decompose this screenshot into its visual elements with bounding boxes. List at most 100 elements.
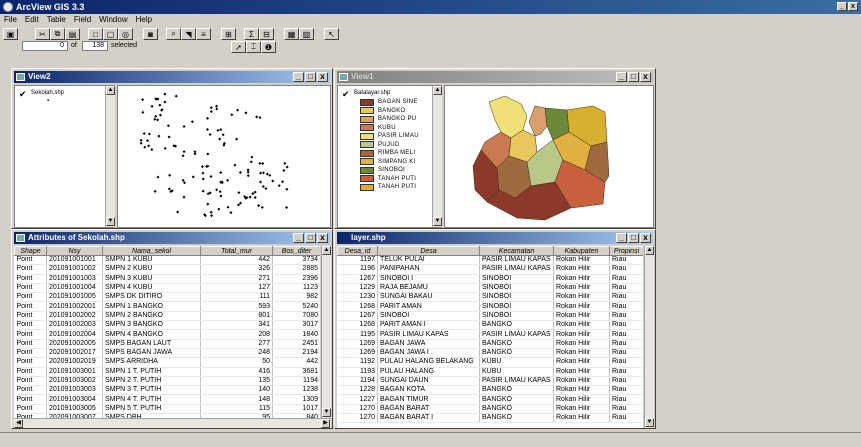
- table-cell[interactable]: 127: [200, 283, 273, 294]
- table-cell[interactable]: Riau: [609, 348, 643, 359]
- table-cell[interactable]: 3017: [272, 320, 320, 331]
- view2-titlebar[interactable]: View2 _ □ x: [14, 71, 330, 83]
- table-cell[interactable]: 1194: [337, 376, 378, 387]
- table-cell[interactable]: 1309: [272, 394, 320, 405]
- table-cell[interactable]: 202091002019: [46, 357, 103, 368]
- layer-attributes-titlebar[interactable]: layer.shp _ □ x: [337, 232, 653, 244]
- sekolah-attributes-window[interactable]: Attributes of Sekolah.shp _ □ x Shape Nsy Na…: [11, 229, 333, 429]
- scroll-down-icon[interactable]: ▼: [106, 217, 115, 226]
- table-cell[interactable]: 2194: [272, 348, 320, 359]
- table-cell[interactable]: Rokan Hilir: [553, 274, 610, 284]
- table-row[interactable]: 1228 BAGAN KOTA BANGKO Rokan Hilir Riau: [337, 385, 643, 396]
- table-row[interactable]: 1269 BAGAN JAWA BANGKO Rokan Hilir Riau: [337, 339, 643, 349]
- table-cell[interactable]: 201091002003: [46, 320, 103, 331]
- view2-minimize-button[interactable]: _: [293, 72, 304, 82]
- table-cell[interactable]: SINOBOI: [479, 274, 554, 284]
- table-cell[interactable]: SINOBOI: [479, 301, 554, 312]
- table-cell[interactable]: Rokan Hilir: [553, 394, 610, 405]
- table-cell[interactable]: BANGKO: [479, 385, 554, 396]
- sort-icon[interactable]: ≡: [196, 28, 211, 40]
- column-header[interactable]: Shape: [14, 246, 47, 256]
- table-cell[interactable]: Point: [14, 385, 47, 396]
- table-cell[interactable]: Rokan Hilir: [553, 301, 610, 312]
- table-cell[interactable]: Point: [14, 376, 47, 387]
- table-row[interactable]: 1270 BAGAN BARAT BANGKO Rokan Hilir Riau: [337, 404, 643, 415]
- table-cell[interactable]: PASIR LIMAU KAPAS: [479, 376, 554, 387]
- table-cell[interactable]: 201091001001: [46, 255, 103, 266]
- table-cell[interactable]: Riau: [609, 264, 643, 275]
- column-header[interactable]: Kabupaten: [553, 246, 610, 256]
- table-row[interactable]: Point 201091003001 SMPN 1 T. PUTIH 416 3681: [14, 367, 320, 377]
- table-cell[interactable]: Rokan Hilir: [553, 367, 610, 377]
- switch-selection-icon[interactable]: ◎: [118, 28, 133, 40]
- table-cell[interactable]: Riau: [609, 413, 643, 424]
- table-cell[interactable]: Rokan Hilir: [553, 413, 610, 424]
- table-cell[interactable]: 1267: [337, 274, 378, 284]
- table-cell[interactable]: 3681: [272, 367, 320, 377]
- table-cell[interactable]: Rokan Hilir: [553, 385, 610, 396]
- table-cell[interactable]: PULAU HALANG BELAKANG: [377, 357, 480, 368]
- table-cell[interactable]: Rokan Hilir: [553, 264, 610, 275]
- table-cell[interactable]: SMPN 4 KUBU: [102, 283, 201, 294]
- table-cell[interactable]: SMPS ARRIDHA: [102, 357, 201, 368]
- table-cell[interactable]: 201091002002: [46, 311, 103, 322]
- table-cell[interactable]: 326: [200, 264, 273, 275]
- table-cell[interactable]: Riau: [609, 283, 643, 294]
- table-cell[interactable]: SMPN 3 KUBU: [102, 274, 201, 284]
- table-cell[interactable]: SUNGAI DAUN: [377, 376, 480, 387]
- view1-map-canvas[interactable]: [444, 85, 654, 228]
- layer-table-viewport[interactable]: Desa_id Desa Kecamatan Kabupaten Propinsi 11…: [337, 246, 643, 428]
- view1-minimize-button[interactable]: _: [616, 72, 627, 82]
- table-cell[interactable]: Riau: [609, 385, 643, 396]
- table-cell[interactable]: 1228: [337, 385, 378, 396]
- table-row[interactable]: 1194 SUNGAI DAUN PASIR LIMAU KAPAS Rokan Hi…: [337, 376, 643, 387]
- table-cell[interactable]: Rokan Hilir: [553, 283, 610, 294]
- table-cell[interactable]: SMPN 4 T. PUTIH: [102, 394, 201, 405]
- table-row[interactable]: Point 201091001001 SMPN 1 KUBU 442 3734: [14, 255, 320, 266]
- table-cell[interactable]: 201091002001: [46, 301, 103, 312]
- scroll-up-icon[interactable]: ▲: [433, 86, 442, 95]
- view1-maximize-button[interactable]: □: [628, 72, 639, 82]
- table-cell[interactable]: 1227: [337, 394, 378, 405]
- table-cell[interactable]: 416: [200, 367, 273, 377]
- table-cell[interactable]: Point: [14, 255, 47, 266]
- table-row[interactable]: 1267 SINOBOI SINOBOI Rokan Hilir Riau: [337, 311, 643, 322]
- layer-minimize-button[interactable]: _: [616, 233, 627, 243]
- table-cell[interactable]: SMPN 1 T. PUTIH: [102, 367, 201, 377]
- table-row[interactable]: 1197 TELUK PULAI PASIR LIMAU KAPAS Rokan Hi…: [337, 255, 643, 266]
- table-cell[interactable]: SINOBOI: [479, 292, 554, 303]
- table-cell[interactable]: Point: [14, 404, 47, 415]
- table-row[interactable]: Point 201091002001 SMPN 1 BANGKO 593 5240: [14, 301, 320, 312]
- view2-maximize-button[interactable]: □: [305, 72, 316, 82]
- table-cell[interactable]: 1196: [337, 264, 378, 275]
- table-cell[interactable]: Rokan Hilir: [553, 404, 610, 415]
- table-cell[interactable]: 593: [200, 301, 273, 312]
- table-cell[interactable]: Point: [14, 264, 47, 275]
- table-cell[interactable]: BANGKO: [479, 320, 554, 331]
- table-cell[interactable]: Rokan Hilir: [553, 320, 610, 331]
- table-cell[interactable]: SMPN 5 T. PUTIH: [102, 404, 201, 415]
- view1-titlebar[interactable]: View1 _ □ x: [337, 71, 653, 83]
- table-cell[interactable]: 1197: [337, 255, 378, 266]
- sekolah-table-viewport[interactable]: Shape Nsy Nama_sekol Total_mur Bos_diter Poi…: [14, 246, 320, 418]
- table-cell[interactable]: 1195: [337, 329, 378, 340]
- table-row[interactable]: 1268 PARIT AMAN SINOBOI Rokan Hilir Riau: [337, 301, 643, 312]
- table-cell[interactable]: Rokan Hilir: [553, 292, 610, 303]
- table-cell[interactable]: Riau: [609, 329, 643, 340]
- table-cell[interactable]: PANIPAHAN: [377, 264, 480, 275]
- table-cell[interactable]: SMPS BAGAN LAUT: [102, 339, 201, 349]
- view2-close-button[interactable]: x: [317, 72, 328, 82]
- table-row[interactable]: Point 202091002005 SMPS BAGAN LAUT 277 2451: [14, 339, 320, 349]
- table-cell[interactable]: SMPN 1 BANGKO: [102, 301, 201, 312]
- table-cell[interactable]: Riau: [609, 292, 643, 303]
- scroll-down-icon[interactable]: ▼: [645, 418, 654, 427]
- table-cell[interactable]: PASIR LIMAU KAPAS: [377, 329, 480, 340]
- table-cell[interactable]: Rokan Hilir: [553, 348, 610, 359]
- table-cell[interactable]: PARIT AMAN I: [377, 320, 480, 331]
- identify-tool-icon[interactable]: ❶: [261, 41, 276, 53]
- table-cell[interactable]: 248: [200, 348, 273, 359]
- table-cell[interactable]: 1270: [337, 404, 378, 415]
- table-row[interactable]: Point 202091002019 SMPS ARRIDHA 50 442: [14, 357, 320, 368]
- column-header[interactable]: Desa: [377, 246, 480, 256]
- table-cell[interactable]: 1194: [272, 376, 320, 387]
